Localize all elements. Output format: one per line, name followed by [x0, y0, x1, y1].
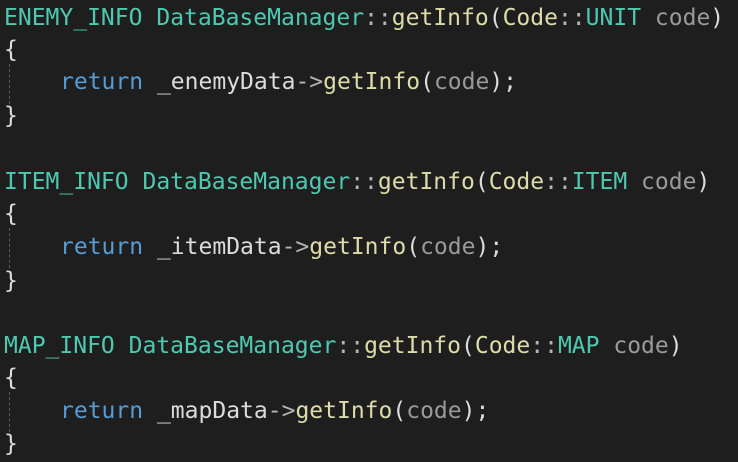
close-brace-line[interactable]: }: [4, 100, 18, 132]
method-name: getInfo: [391, 5, 489, 31]
param-scope-operator: ::: [544, 169, 572, 195]
param-name: code: [654, 5, 711, 31]
open-brace: {: [4, 37, 18, 63]
open-brace-line[interactable]: {: [4, 34, 18, 66]
method-name: getInfo: [364, 333, 461, 359]
class-name: DataBaseManager: [142, 169, 351, 195]
close-brace-line[interactable]: }: [4, 428, 18, 460]
param-scope-operator: ::: [557, 5, 586, 31]
open-brace-line[interactable]: {: [4, 198, 18, 230]
param-namespace: Code: [474, 333, 531, 359]
arrow-operator: ->: [281, 234, 310, 260]
call-close: );: [461, 398, 490, 424]
return-statement-line[interactable]: return _itemData->getInfo(code);: [4, 231, 503, 263]
param-enum: UNIT: [585, 5, 642, 31]
call-open-paren: (: [392, 398, 407, 424]
call-open-paren: (: [406, 234, 421, 260]
arrow-operator: ->: [295, 69, 324, 95]
call-close: );: [475, 234, 504, 260]
class-name: DataBaseManager: [156, 5, 365, 31]
close-brace-line[interactable]: }: [4, 265, 18, 297]
param-name: code: [641, 169, 697, 195]
param-namespace: Code: [502, 5, 558, 31]
method-name: getInfo: [377, 169, 475, 195]
return-statement-line[interactable]: return _enemyData->getInfo(code);: [4, 66, 517, 98]
call-name: getInfo: [323, 69, 421, 95]
param-scope-operator: ::: [530, 333, 558, 359]
param-enum: ITEM: [571, 169, 628, 195]
close-brace: }: [4, 103, 18, 129]
class-name: DataBaseManager: [128, 333, 337, 359]
close-paren: ): [696, 169, 711, 195]
return-type: ITEM_INFO: [4, 169, 129, 195]
return-type: MAP_INFO: [4, 333, 115, 359]
function-signature-line[interactable]: MAP_INFO DataBaseManager::getInfo(Code::…: [4, 330, 683, 362]
call-name: getInfo: [295, 398, 393, 424]
open-paren: (: [488, 5, 503, 31]
scope-operator: ::: [336, 333, 365, 359]
param-name: code: [613, 333, 669, 359]
open-brace: {: [4, 365, 18, 391]
scope-operator: ::: [364, 5, 392, 31]
code-editor[interactable]: ENEMY_INFO DataBaseManager::getInfo(Code…: [0, 0, 738, 462]
call-argument: code: [433, 69, 490, 95]
open-paren: (: [474, 169, 489, 195]
function-signature-line[interactable]: ITEM_INFO DataBaseManager::getInfo(Code:…: [4, 166, 710, 198]
return-type: ENEMY_INFO: [4, 5, 143, 31]
scope-operator: ::: [350, 169, 378, 195]
close-paren: ): [668, 333, 683, 359]
open-brace-line[interactable]: {: [4, 362, 18, 394]
member-variable: _mapData: [156, 398, 268, 424]
close-paren: ): [710, 5, 725, 31]
function-signature-line[interactable]: ENEMY_INFO DataBaseManager::getInfo(Code…: [4, 2, 724, 34]
call-close: );: [489, 69, 518, 95]
return-keyword: return: [60, 398, 144, 424]
return-statement-line[interactable]: return _mapData->getInfo(code);: [4, 395, 489, 427]
member-variable: _itemData: [156, 234, 282, 260]
call-open-paren: (: [420, 69, 434, 95]
open-brace: {: [4, 201, 18, 227]
arrow-operator: ->: [267, 398, 296, 424]
param-enum: MAP: [557, 333, 600, 359]
call-name: getInfo: [309, 234, 407, 260]
member-variable: _enemyData: [156, 69, 296, 95]
open-paren: (: [461, 333, 475, 359]
call-argument: code: [406, 398, 462, 424]
call-argument: code: [420, 234, 476, 260]
return-keyword: return: [60, 69, 144, 95]
close-brace: }: [4, 268, 18, 294]
return-keyword: return: [60, 234, 144, 260]
param-namespace: Code: [488, 169, 545, 195]
close-brace: }: [4, 431, 18, 457]
